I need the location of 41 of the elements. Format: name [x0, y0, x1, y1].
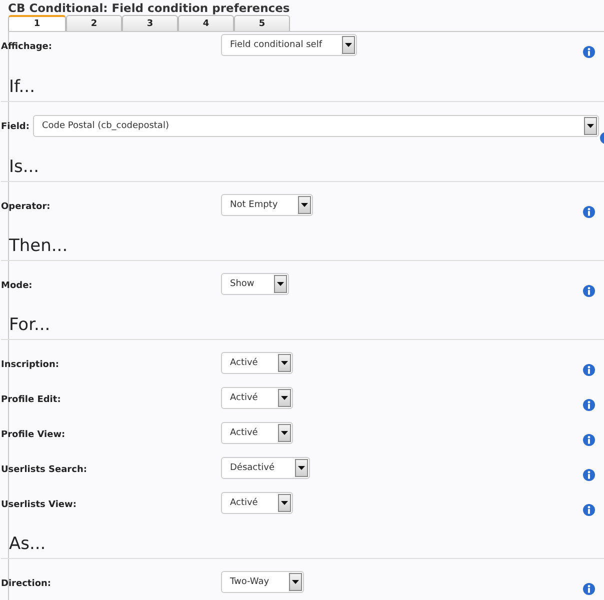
field-label: Field:: [1, 121, 30, 132]
field-label: Operator:: [1, 201, 52, 212]
page-title: CB Conditional: Field condition preferences: [7, 0, 291, 15]
info-icon[interactable]: [600, 132, 604, 144]
info-icon[interactable]: [583, 469, 595, 481]
field-label: Inscription:: [1, 359, 60, 370]
dropdown[interactable]: Field conditional self: [221, 34, 358, 56]
dropdown[interactable]: Code Postal (cb_codepostal): [33, 115, 599, 137]
dropdown[interactable]: Désactivé: [221, 457, 310, 479]
dropdown[interactable]: Activé: [221, 387, 293, 409]
dropdown[interactable]: Activé: [221, 352, 293, 374]
tab[interactable]: 2: [66, 15, 122, 31]
section-heading: If...: [1, 68, 604, 102]
field-label: Userlists Search:: [1, 464, 88, 475]
field-label: Direction:: [1, 578, 52, 589]
tab[interactable]: 1: [8, 15, 66, 31]
field-label: Mode:: [1, 280, 34, 291]
dropdown[interactable]: Activé: [221, 492, 293, 514]
tab[interactable]: 3: [122, 15, 178, 31]
dropdown[interactable]: Not Empty: [221, 194, 313, 216]
dropdown[interactable]: Two-Way: [221, 571, 304, 593]
field-label: Profile View:: [1, 429, 66, 440]
section-heading: Then...: [1, 227, 604, 261]
dropdown[interactable]: Activé: [221, 422, 293, 444]
field-label: Userlists View:: [1, 499, 78, 510]
field-label: Profile Edit:: [1, 394, 62, 405]
info-icon[interactable]: [583, 285, 595, 297]
section-heading: Is...: [1, 148, 604, 182]
info-icon[interactable]: [583, 583, 595, 595]
info-icon[interactable]: [583, 434, 595, 446]
tab[interactable]: 4: [178, 15, 234, 31]
section-heading: As...: [1, 525, 604, 559]
info-icon[interactable]: [583, 46, 595, 58]
tab[interactable]: 5: [234, 15, 290, 31]
info-icon[interactable]: [583, 399, 595, 411]
info-icon[interactable]: [583, 206, 595, 218]
info-icon[interactable]: [583, 364, 595, 376]
info-icon[interactable]: [583, 504, 595, 516]
section-heading: For...: [1, 306, 604, 340]
dropdown[interactable]: Show: [221, 273, 290, 295]
field-label: Affichage:: [1, 41, 53, 52]
